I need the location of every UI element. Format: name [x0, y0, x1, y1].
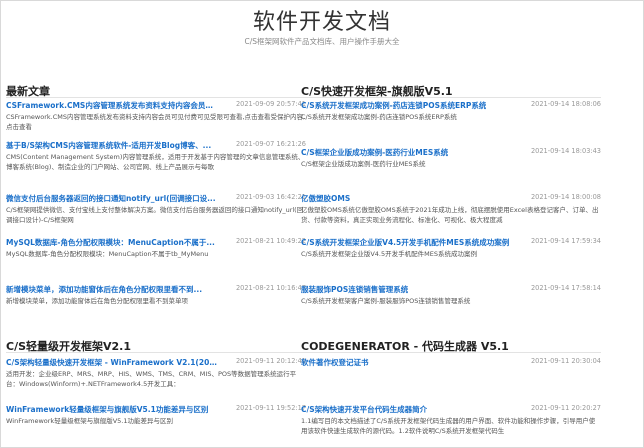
article-item: 新增模块菜单，添加功能窗体后在角色分配权限里看不到... 2021-08-21 1…: [6, 284, 306, 306]
article-item: C/S系统开发框架成功案例-药店连锁POS系统ERP系统 2021-09-14 1…: [301, 100, 601, 122]
article-title-link[interactable]: 基于B/S架构CMS内容管理系统软件-适用开发Blog博客、...: [6, 140, 211, 151]
article-title-link[interactable]: 新增模块菜单，添加功能窗体后在角色分配权限里看不到...: [6, 284, 202, 295]
article-title-link[interactable]: 亿傲塑胶OMS: [301, 193, 350, 204]
article-header: 服装服饰POS连锁销售管理系统 2021-09-14 17:58:14: [301, 284, 601, 295]
article-item: 微信支付后台服务器返回的接口通知notify_url(回调接口设... 2021-…: [6, 193, 306, 225]
article-header: 基于B/S架构CMS内容管理系统软件-适用开发Blog博客、... 2021-09…: [6, 140, 306, 151]
article-header: 亿傲塑胶OMS 2021-09-14 18:00:08: [301, 193, 601, 204]
article-title-link[interactable]: C/S系统开发框架成功案例-药店连锁POS系统ERP系统: [301, 100, 486, 111]
article-date: 2021-09-07 16:21:26: [235, 140, 306, 148]
page-subtitle: C/S框架网软件产品文档库、用户操作手册大全: [244, 37, 400, 46]
article-date: 2021-09-11 20:20:27: [530, 404, 601, 412]
section-divider: [6, 352, 306, 353]
article-date: 2021-09-11 20:12:41: [235, 357, 306, 365]
article-title-link[interactable]: C/S架构轻量级快速开发框架 - WinFramework V2.1(2021.…: [6, 357, 218, 368]
article-header: C/S架构轻量级快速开发框架 - WinFramework V2.1(2021.…: [6, 357, 306, 368]
article-header: C/S架构快速开发平台代码生成器简介 2021-09-11 20:20:27: [301, 404, 601, 415]
section-divider: [6, 97, 306, 98]
article-item: C/S架构轻量级快速开发框架 - WinFramework V2.1(2021.…: [6, 357, 306, 389]
article-title-link[interactable]: C/S系统开发框架企业版V4.5开发手机配件MES系统成功案例: [301, 237, 509, 248]
article-summary: MySQL数据库-角色分配权限模块：MenuCaption不属于tb_MyMen…: [6, 250, 209, 258]
article-date: 2021-09-14 17:59:34: [530, 237, 601, 245]
article-summary: 适用开发：企业级ERP、MRS、MRP、HIS、WMS、TMS、CRM、MIS、…: [6, 370, 297, 388]
article-date: 2021-09-03 16:42:21: [235, 193, 306, 201]
article-date: 2021-09-11 20:30:04: [530, 357, 601, 365]
article-item: 软件著作权登记证书 2021-09-11 20:30:04: [301, 357, 601, 368]
article-item: MySQL数据库-角色分配权限模块：MenuCaption不属于... 2021-…: [6, 237, 306, 259]
article-title-link[interactable]: C/S框架企业版成功案例-医药行业MES系统: [301, 147, 448, 158]
article-summary: 亿傲塑胶OMS系统亿傲塑胶OMS系统于2021年成功上线，彻底摆脱使用Excel…: [301, 206, 599, 224]
article-title-link[interactable]: 微信支付后台服务器返回的接口通知notify_url(回调接口设...: [6, 193, 216, 204]
article-summary: C/S框架网提供微信、支付宝线上支付整体解决方案。微信支付后台服务器返回的接口通…: [6, 206, 304, 224]
article-header: CSFramework.CMS内容管理系统发布资料支持内容会员可... 2021-…: [6, 100, 306, 111]
article-item: C/S系统开发框架企业版V4.5开发手机配件MES系统成功案例 2021-09-1…: [301, 237, 601, 259]
article-summary: C/S框架企业版成功案例-医药行业MES系统: [301, 160, 426, 168]
article-title-link[interactable]: CSFramework.CMS内容管理系统发布资料支持内容会员可...: [6, 100, 218, 111]
article-date: 2021-09-14 18:08:06: [530, 100, 601, 108]
article-item: C/S架构快速开发平台代码生成器简介 2021-09-11 20:20:27 1.1…: [301, 404, 601, 436]
article-summary: WinFramework轻量级框架与旗舰版V5.1功能差异与区别: [6, 417, 173, 425]
article-date: 2021-09-14 18:00:08: [530, 193, 601, 201]
article-title-link[interactable]: MySQL数据库-角色分配权限模块：MenuCaption不属于...: [6, 237, 215, 248]
article-summary: 新增模块菜单，添加功能窗体后在角色分配权限里看不到菜单项: [6, 297, 188, 305]
section-divider: [301, 352, 601, 353]
article-summary: C/S系统开发框架企业版V4.5开发手机配件MES系统成功案例: [301, 250, 477, 258]
article-header: MySQL数据库-角色分配权限模块：MenuCaption不属于... 2021-…: [6, 237, 306, 248]
article-summary: CSFramework.CMS内容管理系统发布资料支持内容会员可见付费可见受限可…: [6, 113, 306, 131]
article-summary: CMS(Content Management System)内容管理系统，适用于…: [6, 153, 305, 171]
article-header: 新增模块菜单，添加功能窗体后在角色分配权限里看不到... 2021-08-21 1…: [6, 284, 306, 295]
section-divider: [301, 97, 601, 98]
article-title-link[interactable]: WinFramework轻量级框架与旗舰版V5.1功能差异与区别: [6, 404, 208, 415]
article-summary: C/S系统开发框架成功案例-药店连锁POS系统ERP系统: [301, 113, 457, 121]
page-title: 软件开发文档: [252, 10, 391, 35]
article-item: 基于B/S架构CMS内容管理系统软件-适用开发Blog博客、... 2021-09…: [6, 140, 306, 172]
article-date: 2021-09-14 18:03:43: [530, 147, 601, 155]
article-date: 2021-09-14 17:58:14: [530, 284, 601, 292]
article-header: C/S系统开发框架企业版V4.5开发手机配件MES系统成功案例 2021-09-1…: [301, 237, 601, 248]
article-header: C/S框架企业版成功案例-医药行业MES系统 2021-09-14 18:03:4…: [301, 147, 601, 158]
article-summary: 1.1编写目的本文档描述了C/S系统开发框架代码生成器的用户界面、软件功能和操作…: [301, 417, 596, 435]
article-header: 软件著作权登记证书 2021-09-11 20:30:04: [301, 357, 601, 368]
article-title-link[interactable]: 服装服饰POS连锁销售管理系统: [301, 284, 408, 295]
article-title-link[interactable]: C/S架构快速开发平台代码生成器简介: [301, 404, 427, 415]
article-title-link[interactable]: 软件著作权登记证书: [301, 357, 369, 368]
article-date: 2021-08-21 10:49:22: [235, 237, 306, 245]
article-date: 2021-09-11 19:52:17: [235, 404, 306, 412]
article-item: CSFramework.CMS内容管理系统发布资料支持内容会员可... 2021-…: [6, 100, 306, 132]
article-item: WinFramework轻量级框架与旗舰版V5.1功能差异与区别 2021-09-…: [6, 404, 306, 426]
article-header: WinFramework轻量级框架与旗舰版V5.1功能差异与区别 2021-09-…: [6, 404, 306, 415]
article-date: 2021-08-21 10:16:47: [235, 284, 306, 292]
article-header: 微信支付后台服务器返回的接口通知notify_url(回调接口设... 2021-…: [6, 193, 306, 204]
article-item: 亿傲塑胶OMS 2021-09-14 18:00:08 亿傲塑胶OMS系统亿傲塑胶O…: [301, 193, 601, 225]
article-item: 服装服饰POS连锁销售管理系统 2021-09-14 17:58:14 C/S系统开…: [301, 284, 601, 306]
article-item: C/S框架企业版成功案例-医药行业MES系统 2021-09-14 18:03:4…: [301, 147, 601, 169]
article-summary: C/S系统开发框架客户案例-服装服饰POS连锁销售管理系统: [301, 297, 471, 305]
article-date: 2021-09-09 20:57:41: [235, 100, 306, 108]
article-header: C/S系统开发框架成功案例-药店连锁POS系统ERP系统 2021-09-14 1…: [301, 100, 601, 111]
